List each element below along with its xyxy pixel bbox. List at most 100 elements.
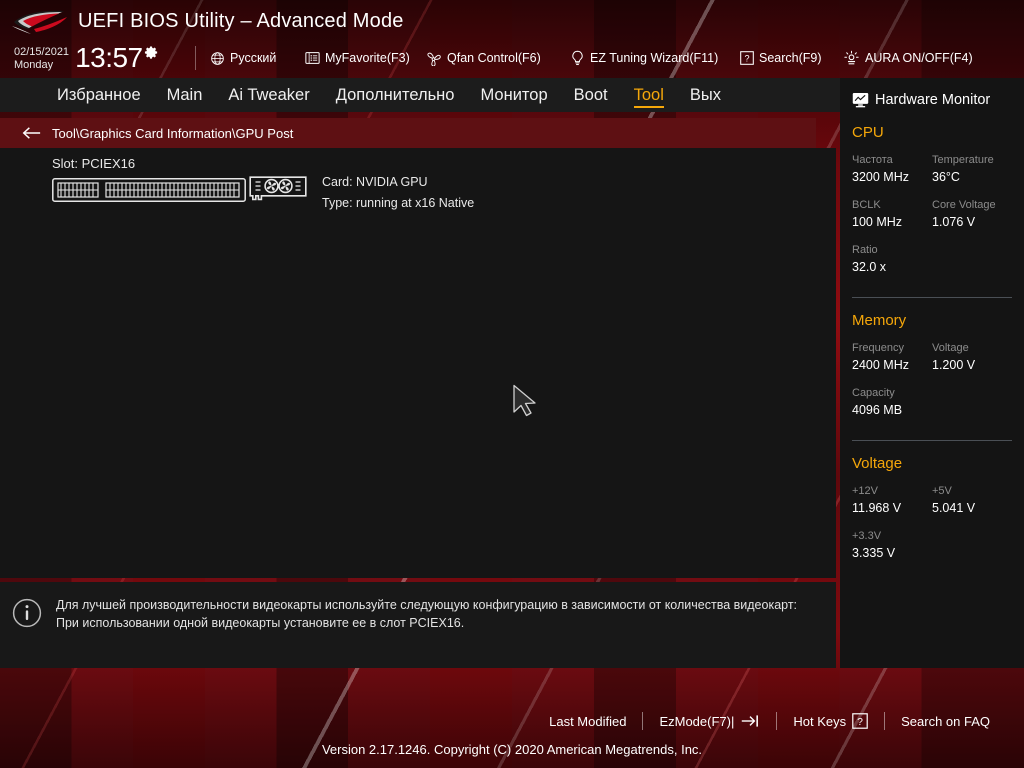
back-arrow-icon[interactable] [22, 126, 41, 140]
arrow-into-bar-icon [742, 715, 759, 727]
hm-cell: Temperature 36°C [932, 153, 1012, 187]
hm-cell: Voltage 1.200 V [932, 341, 1012, 375]
hm-key: Temperature [932, 154, 994, 166]
content-panel: Slot: PCIEX16 Card: NVIDIA GPU Type: run… [0, 148, 836, 578]
hm-row: Ratio 32.0 x [852, 243, 1012, 277]
graphics-card-icon [249, 176, 307, 201]
list-icon [305, 52, 320, 64]
hm-key: Ratio [852, 244, 878, 256]
hm-cell: BCLK 100 MHz [852, 198, 932, 232]
hm-value: 3200 MHz [852, 170, 909, 184]
hot-keys-label: Hot Keys [793, 713, 847, 729]
tab-main[interactable]: Main [154, 78, 216, 112]
header-item-label: Search(F9) [759, 51, 822, 65]
hm-row: BCLK 100 MHz Core Voltage 1.076 V [852, 198, 1012, 232]
lightbulb-icon [572, 50, 583, 66]
search-on-faq-label: Search on FAQ [901, 713, 990, 729]
hm-value: 32.0 x [852, 260, 887, 274]
last-modified-label: Last Modified [549, 713, 627, 729]
pcie-slot-icon [52, 178, 246, 202]
header-bar: UEFI BIOS Utility – Advanced Mode 02/15/… [0, 0, 1024, 78]
card-type-text: Type: running at x16 Native [322, 196, 475, 210]
hm-key: +5V [932, 485, 952, 497]
header-item-search[interactable]: ? Search(F9) [740, 46, 822, 70]
help-line-2: При использовании одной видеокарты устан… [56, 616, 465, 630]
page-title: UEFI BIOS Utility – Advanced Mode [78, 10, 404, 32]
hm-group-memory: Memory Frequency 2400 MHz Voltage 1.200 … [852, 312, 1012, 431]
hm-cell: +3.3V 3.335 V [852, 529, 936, 563]
tab-izbrannoe[interactable]: Избранное [44, 78, 154, 112]
hm-cell: Core Voltage 1.076 V [932, 198, 1012, 232]
hm-key: +3.3V [852, 530, 882, 542]
hm-row: Frequency 2400 MHz Voltage 1.200 V [852, 341, 1012, 375]
header-item-label: MyFavorite(F3) [325, 51, 410, 65]
slot-label: Slot: PCIEX16 [52, 156, 136, 171]
footer-bar: Last Modified EzMode(F7)| Hot Keys ? Sea… [0, 668, 1024, 768]
gear-icon[interactable] [144, 45, 159, 60]
hm-group-title: Memory [852, 312, 907, 329]
bios-screen: UEFI BIOS Utility – Advanced Mode 02/15/… [0, 0, 1024, 768]
hm-value: 1.076 V [932, 215, 976, 229]
tab-exit[interactable]: Вых [677, 78, 734, 112]
hm-value: 36°C [932, 170, 960, 184]
footer-links: Last Modified EzMode(F7)| Hot Keys ? Sea… [533, 712, 1006, 730]
hm-key: +12V [852, 485, 878, 497]
hm-divider [852, 440, 1012, 441]
hm-value: 11.968 V [852, 501, 902, 515]
hm-group-title: CPU [852, 124, 884, 141]
fan-icon [427, 52, 441, 66]
hot-keys-button[interactable]: Hot Keys ? [777, 713, 884, 729]
header-item-aura[interactable]: AURA ON/OFF(F4) [843, 46, 973, 70]
hm-key: Voltage [932, 342, 969, 354]
day-text: Monday [14, 59, 54, 71]
globe-icon [211, 51, 224, 65]
hm-row: +3.3V 3.335 V [852, 529, 1012, 563]
hm-value: 2400 MHz [852, 358, 909, 372]
breadcrumb-path: Tool\Graphics Card Information\GPU Post [52, 125, 294, 141]
svg-text:?: ? [857, 717, 863, 728]
hm-value: 1.200 V [932, 358, 976, 372]
hm-value: 5.041 V [932, 501, 976, 515]
ezmode-label: EzMode(F7)| [659, 713, 735, 729]
header-item-qfan-control[interactable]: Qfan Control(F6) [425, 46, 541, 70]
hm-key: Capacity [852, 387, 895, 399]
hm-key: Frequency [852, 342, 904, 354]
search-on-faq-button[interactable]: Search on FAQ [885, 714, 1006, 729]
tab-tool[interactable]: Tool [621, 78, 677, 112]
hm-key: Частота [852, 154, 893, 166]
ezmode-button[interactable]: EzMode(F7)| [643, 714, 776, 729]
breadcrumb[interactable]: Tool\Graphics Card Information\GPU Post [0, 118, 816, 148]
header-item-myfavorite[interactable]: MyFavorite(F3) [305, 46, 410, 70]
clock-text: 13:57 [75, 42, 143, 73]
tab-boot[interactable]: Boot [561, 78, 621, 112]
hm-value: 4096 MB [852, 403, 903, 417]
tab-monitor[interactable]: Монитор [467, 78, 560, 112]
header-item-language[interactable]: Русский [210, 46, 276, 70]
hm-cell: Capacity 4096 MB [852, 386, 936, 420]
question-box-icon: ? [852, 713, 868, 729]
date-text: 02/15/2021 [14, 46, 70, 58]
hm-row: Частота 3200 MHz Temperature 36°C [852, 153, 1012, 187]
hm-group-title: Voltage [852, 455, 903, 472]
hm-group-voltage: Voltage +12V 11.968 V +5V 5.041 V +3.3V [852, 455, 1012, 574]
hardware-monitor-title: Hardware Monitor [875, 92, 991, 108]
header-item-ez-tuning-wizard[interactable]: EZ Tuning Wizard(F11) [570, 46, 718, 70]
hm-cell: +5V 5.041 V [932, 484, 1012, 518]
tab-ai-tweaker[interactable]: Ai Tweaker [215, 78, 322, 112]
hm-key: BCLK [852, 199, 881, 211]
last-modified-button[interactable]: Last Modified [533, 714, 642, 729]
datetime-block: 02/15/2021 Monday 13:57 [14, 44, 159, 72]
header-item-label: AURA ON/OFF(F4) [865, 51, 973, 65]
hm-cell: Частота 3200 MHz [852, 153, 932, 187]
hm-cell: Frequency 2400 MHz [852, 341, 932, 375]
card-name-text: Card: NVIDIA GPU [322, 175, 428, 189]
hm-key: Core Voltage [932, 199, 996, 211]
header-item-label: EZ Tuning Wizard(F11) [590, 51, 719, 65]
card-info-block: Card: NVIDIA GPU Type: running at x16 Na… [322, 172, 474, 214]
hardware-monitor-title-row: Hardware Monitor [852, 92, 1012, 108]
svg-text:?: ? [744, 54, 749, 64]
help-line-1: Для лучшей производительности видеокарты… [56, 598, 798, 612]
hm-group-cpu: CPU Частота 3200 MHz Temperature 36°C BC… [852, 124, 1012, 288]
tab-advanced[interactable]: Дополнительно [323, 78, 468, 112]
hm-cell: Ratio 32.0 x [852, 243, 936, 277]
